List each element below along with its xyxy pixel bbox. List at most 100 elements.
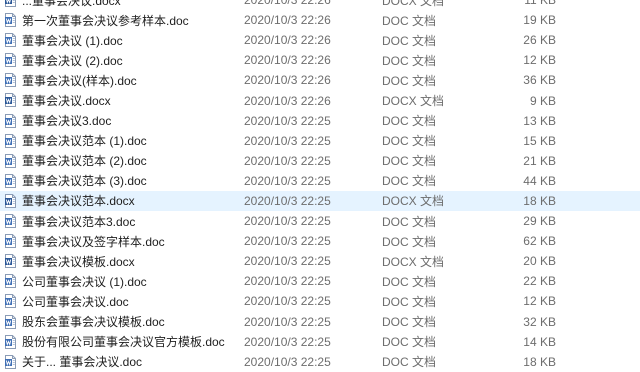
doc-icon — [5, 33, 16, 48]
file-size: 12 KB — [523, 53, 556, 68]
file-type: DOC 文档 — [382, 174, 437, 189]
file-modified-date: 2020/10/3 22:26 — [244, 0, 331, 8]
file-row[interactable]: 董事会决议3.doc 2020/10/3 22:25 DOC 文档 13 KB — [0, 111, 640, 131]
file-size: 18 KB — [523, 193, 556, 208]
file-modified-date: 2020/10/3 22:26 — [244, 93, 331, 108]
doc-icon — [5, 334, 16, 349]
file-size: 21 KB — [523, 153, 556, 168]
file-name: 董事会决议(样本).doc — [22, 73, 137, 88]
doc-icon — [5, 73, 16, 88]
file-type: DOC 文档 — [382, 234, 437, 249]
file-row[interactable]: 股份有限公司董事会决议官方模板.doc 2020/10/3 22:25 DOC 文档… — [0, 332, 640, 352]
file-row[interactable]: 董事会决议范本 (2).doc 2020/10/3 22:25 DOC 文档 21 K… — [0, 151, 640, 171]
file-row[interactable]: 公司董事会决议.doc 2020/10/3 22:25 DOC 文档 12 KB — [0, 291, 640, 311]
file-name: 董事会决议3.doc — [22, 114, 112, 129]
file-row[interactable]: 董事会决议范本 (1).doc 2020/10/3 22:25 DOC 文档 15 K… — [0, 131, 640, 151]
docx-icon — [5, 193, 16, 208]
file-name: 股份有限公司董事会决议官方模板.doc — [22, 335, 225, 350]
file-type: DOC 文档 — [382, 73, 437, 88]
file-name: 董事会决议范本3.doc — [22, 214, 136, 229]
file-row[interactable]: 董事会决议(样本).doc 2020/10/3 22:26 DOC 文档 36 KB — [0, 70, 640, 90]
file-name: 公司董事会决议.doc — [22, 294, 129, 309]
file-name: 董事会决议 (1).doc — [22, 33, 123, 48]
file-modified-date: 2020/10/3 22:25 — [244, 173, 331, 188]
file-size: 12 KB — [523, 294, 556, 309]
doc-icon — [5, 214, 16, 229]
doc-icon — [5, 314, 16, 329]
file-size: 32 KB — [523, 314, 556, 329]
file-name: 关于... 董事会决议.doc — [22, 355, 143, 370]
file-row[interactable]: 董事会决议范本.docx 2020/10/3 22:25 DOCX 文档 18 KB — [0, 190, 640, 212]
file-modified-date: 2020/10/3 22:25 — [244, 153, 331, 168]
doc-icon — [5, 294, 16, 309]
file-size: 44 KB — [523, 173, 556, 188]
file-name: 董事会决议范本 (1).doc — [22, 134, 147, 149]
file-size: 13 KB — [523, 113, 556, 128]
doc-icon — [5, 234, 16, 249]
file-name: 董事会决议范本 (3).doc — [22, 174, 147, 189]
file-name: 董事会决议及签字样本.doc — [22, 234, 165, 249]
file-type: DOC 文档 — [382, 355, 437, 370]
file-name: 第一次董事会决议参考样本.doc — [22, 13, 189, 28]
docx-icon — [5, 93, 16, 108]
file-name: 公司董事会决议 (1).doc — [22, 274, 147, 289]
file-name: 董事会决议模板.docx — [22, 254, 135, 269]
file-row[interactable]: 董事会决议.docx 2020/10/3 22:26 DOCX 文档 9 KB — [0, 90, 640, 110]
file-row[interactable]: ...董事会决议.docx 2020/10/3 22:26 DOCX 文档 11 KB — [0, 0, 640, 10]
file-row[interactable]: 董事会决议 (1).doc 2020/10/3 22:26 DOC 文档 26 KB — [0, 30, 640, 50]
doc-icon — [5, 13, 16, 28]
file-name: 董事会决议范本 (2).doc — [22, 154, 147, 169]
file-type: DOC 文档 — [382, 13, 437, 28]
file-row[interactable]: 股东会董事会决议模板.doc 2020/10/3 22:25 DOC 文档 32 KB — [0, 312, 640, 332]
doc-icon — [5, 173, 16, 188]
file-size: 29 KB — [523, 214, 556, 229]
file-type: DOC 文档 — [382, 114, 437, 129]
file-size: 62 KB — [523, 234, 556, 249]
doc-icon — [5, 133, 16, 148]
file-size: 36 KB — [523, 73, 556, 88]
file-modified-date: 2020/10/3 22:25 — [244, 354, 331, 369]
file-row[interactable]: 公司董事会决议 (1).doc 2020/10/3 22:25 DOC 文档 22 K… — [0, 271, 640, 291]
file-row[interactable]: 董事会决议及签字样本.doc 2020/10/3 22:25 DOC 文档 62 KB — [0, 231, 640, 251]
doc-icon — [5, 153, 16, 168]
file-type: DOCX 文档 — [382, 194, 445, 209]
file-name: 董事会决议.docx — [22, 94, 111, 109]
file-modified-date: 2020/10/3 22:25 — [244, 214, 331, 229]
file-type: DOC 文档 — [382, 274, 437, 289]
file-size: 19 KB — [523, 13, 556, 28]
file-type: DOC 文档 — [382, 134, 437, 149]
file-modified-date: 2020/10/3 22:25 — [244, 274, 331, 289]
file-row[interactable]: 董事会决议范本3.doc 2020/10/3 22:25 DOC 文档 29 KB — [0, 211, 640, 231]
file-modified-date: 2020/10/3 22:25 — [244, 294, 331, 309]
file-modified-date: 2020/10/3 22:26 — [244, 33, 331, 48]
file-size: 15 KB — [523, 133, 556, 148]
file-modified-date: 2020/10/3 22:25 — [244, 254, 331, 269]
file-row[interactable]: 董事会决议 (2).doc 2020/10/3 22:26 DOC 文档 12 KB — [0, 50, 640, 70]
file-row[interactable]: 关于... 董事会决议.doc 2020/10/3 22:25 DOC 文档 18 K… — [0, 352, 640, 372]
file-row[interactable]: 第一次董事会决议参考样本.doc 2020/10/3 22:26 DOC 文档 19 … — [0, 10, 640, 30]
file-modified-date: 2020/10/3 22:26 — [244, 73, 331, 88]
file-size: 18 KB — [523, 354, 556, 369]
file-size: 11 KB — [524, 0, 556, 8]
file-type: DOC 文档 — [382, 154, 437, 169]
file-name: ...董事会决议.docx — [22, 0, 121, 8]
file-name: 董事会决议 (2).doc — [22, 53, 123, 68]
doc-icon — [5, 354, 16, 369]
file-row[interactable]: 董事会决议范本 (3).doc 2020/10/3 22:25 DOC 文档 44 K… — [0, 171, 640, 191]
file-list: ...董事会决议.docx 2020/10/3 22:26 DOCX 文档 11 KB… — [0, 0, 640, 372]
docx-icon — [5, 0, 16, 7]
file-modified-date: 2020/10/3 22:25 — [244, 234, 331, 249]
file-type: DOC 文档 — [382, 53, 437, 68]
file-size: 26 KB — [523, 33, 556, 48]
file-type: DOC 文档 — [382, 33, 437, 48]
file-modified-date: 2020/10/3 22:25 — [244, 193, 331, 208]
file-row[interactable]: 董事会决议模板.docx 2020/10/3 22:25 DOCX 文档 20 KB — [0, 251, 640, 271]
file-type: DOC 文档 — [382, 214, 437, 229]
doc-icon — [5, 113, 16, 128]
file-modified-date: 2020/10/3 22:25 — [244, 334, 331, 349]
file-modified-date: 2020/10/3 22:25 — [244, 314, 331, 329]
file-type: DOC 文档 — [382, 335, 437, 350]
file-modified-date: 2020/10/3 22:26 — [244, 13, 331, 28]
file-size: 9 KB — [529, 93, 556, 108]
docx-icon — [5, 254, 16, 269]
